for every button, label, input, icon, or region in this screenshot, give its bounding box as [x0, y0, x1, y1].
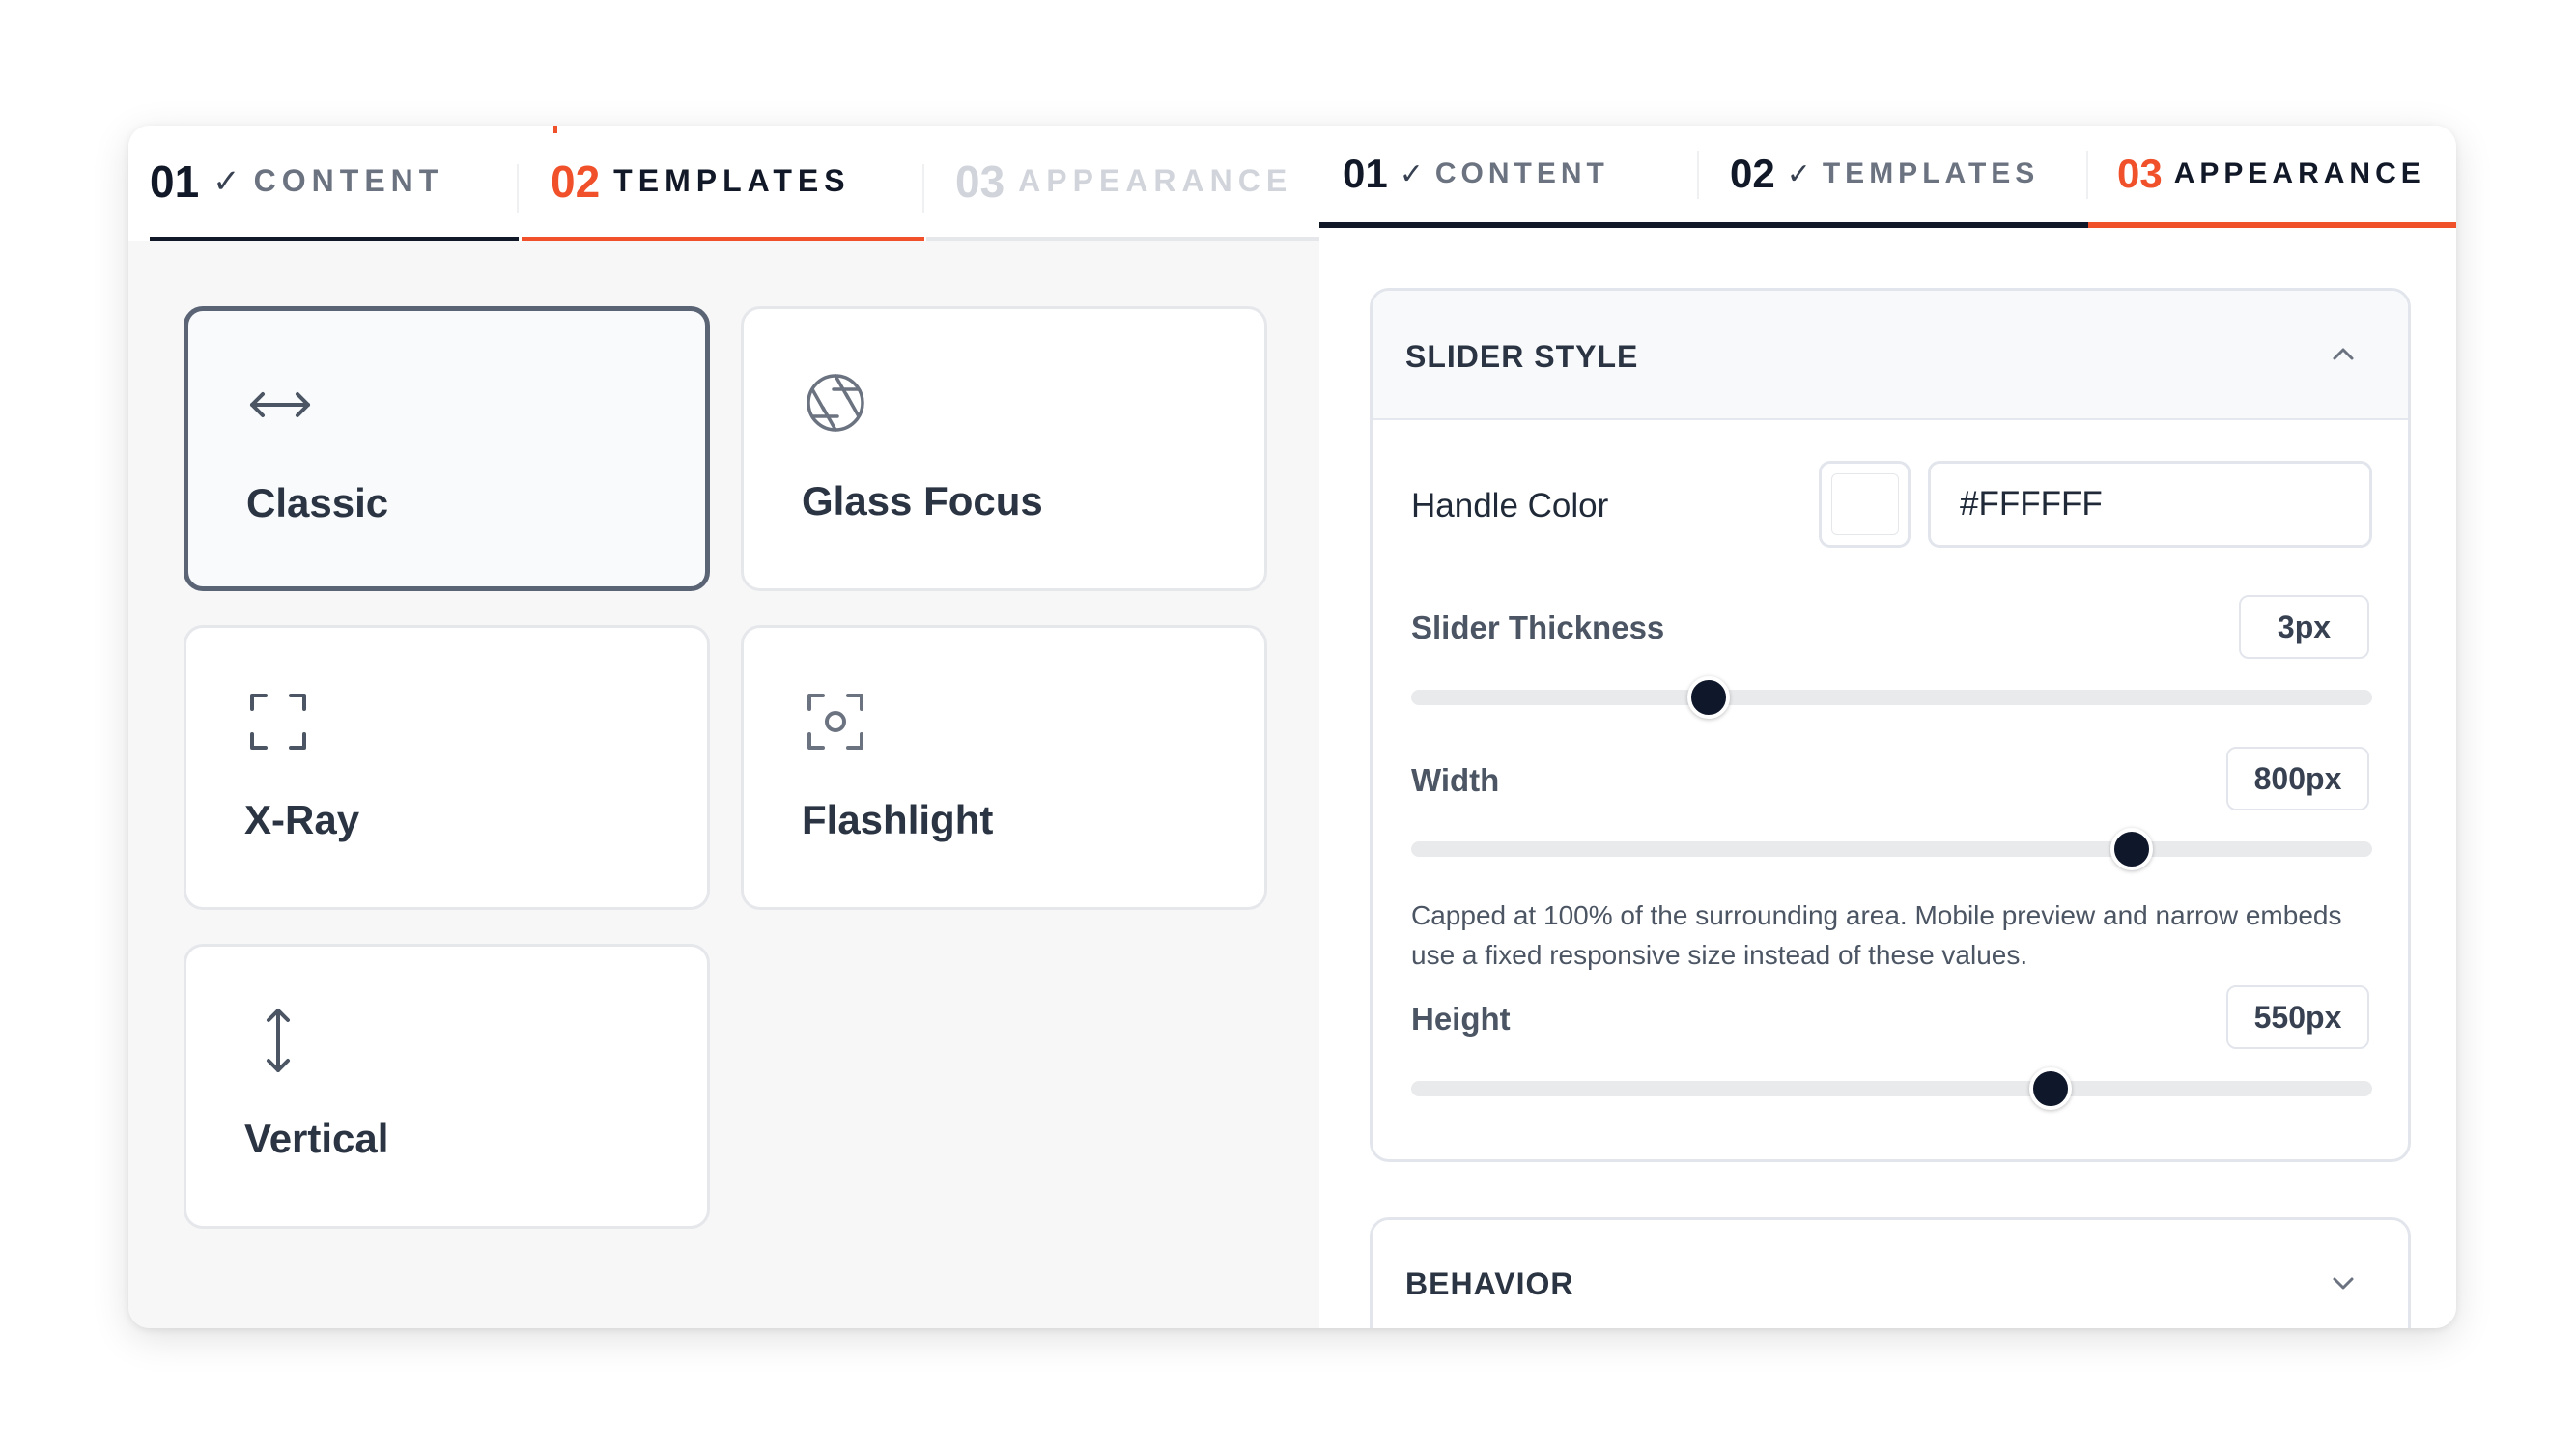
focus-circle-icon [807, 694, 863, 750]
step-number: 02 [1730, 151, 1775, 196]
section-title: SLIDER STYLE [1405, 339, 1639, 374]
step-label: TEMPLATES [1822, 157, 2040, 189]
step-number: 03 [955, 156, 1005, 207]
step-label: APPEARANCE [1018, 163, 1293, 198]
behavior-section: BEHAVIOR [1370, 1217, 2411, 1328]
width-help-text: Capped at 100% of the surrounding area. … [1411, 900, 2342, 970]
slider-style-section: SLIDER STYLE Handle Color #FFFFFF Slider… [1370, 288, 2411, 1162]
appearance-panel: 01 ✓ CONTENT 02 ✓ TEMPLATES 03 APPEARANC… [1319, 126, 2456, 1328]
width-value[interactable]: 800px [2226, 747, 2369, 810]
template-name: Vertical [244, 1116, 389, 1161]
step-label: APPEARANCE [2173, 157, 2425, 189]
template-card-x-ray[interactable]: X-Ray [184, 625, 710, 910]
template-card-classic[interactable]: Classic [184, 306, 710, 591]
step-number: 03 [2117, 151, 2163, 196]
chevron-down-icon[interactable] [2329, 1268, 2358, 1297]
thickness-slider-track[interactable] [1411, 676, 2372, 719]
hex-color-input[interactable]: #FFFFFF [1928, 461, 2372, 548]
template-name: X-Ray [244, 797, 360, 842]
tab-templates[interactable]: 02 ✓ TEMPLATES [1699, 126, 2088, 228]
horizontal-arrows-icon [250, 392, 310, 417]
tab-appearance[interactable]: 03 APPEARANCE [926, 126, 1319, 242]
tab-templates[interactable]: 02 TEMPLATES [522, 126, 924, 242]
scan-corners-icon [250, 694, 306, 750]
checkmark-icon: ✓ [1786, 157, 1811, 190]
section-header[interactable]: BEHAVIOR [1373, 1220, 2408, 1328]
aperture-icon [807, 374, 864, 432]
chevron-up-icon[interactable] [2329, 339, 2358, 368]
checkmark-icon: ✓ [212, 162, 241, 200]
height-slider-thumb[interactable] [2028, 1067, 2072, 1110]
handle-color-label: Handle Color [1411, 487, 1609, 525]
step-number: 01 [150, 156, 200, 207]
height-slider-track[interactable] [1411, 1067, 2372, 1110]
step-label: CONTENT [253, 163, 444, 198]
height-label: Height [1411, 1001, 1511, 1037]
step-number: 02 [551, 156, 601, 207]
section-title: BEHAVIOR [1405, 1266, 1574, 1301]
thickness-slider-thumb[interactable] [1687, 676, 1731, 719]
left-step-tabs: 01 ✓ CONTENT 02 TEMPLATES 03 APPEARANCE [128, 126, 1319, 242]
hex-value: #FFFFFF [1960, 485, 2103, 523]
step-label: CONTENT [1434, 157, 1609, 189]
template-card-glass-focus[interactable]: Glass Focus [741, 306, 1267, 591]
template-card-vertical[interactable]: Vertical [184, 944, 710, 1229]
tab-appearance[interactable]: 03 APPEARANCE [2088, 126, 2456, 228]
slider-thickness-label: Slider Thickness [1411, 610, 1665, 645]
height-value[interactable]: 550px [2226, 985, 2369, 1049]
width-slider-track[interactable] [1411, 828, 2372, 870]
template-name: Flashlight [802, 797, 994, 842]
width-slider-thumb[interactable] [2110, 828, 2154, 870]
width-label: Width [1411, 762, 1500, 798]
step-number: 01 [1343, 151, 1388, 196]
section-header[interactable]: SLIDER STYLE [1373, 291, 2408, 420]
swatch-fill [1830, 473, 1899, 535]
color-swatch[interactable] [1819, 461, 1911, 548]
right-step-tabs: 01 ✓ CONTENT 02 ✓ TEMPLATES 03 APPEARANC… [1319, 126, 2456, 228]
templates-panel: 01 ✓ CONTENT 02 TEMPLATES 03 APPEARANCE [128, 126, 1319, 1328]
vertical-arrows-icon [267, 1009, 290, 1072]
tab-content[interactable]: 01 ✓ CONTENT [1319, 126, 1699, 228]
step-label: TEMPLATES [613, 163, 851, 198]
template-name: Classic [246, 480, 389, 526]
editor-card: 01 ✓ CONTENT 02 TEMPLATES 03 APPEARANCE [128, 126, 2456, 1328]
template-card-flashlight[interactable]: Flashlight [741, 625, 1267, 910]
thickness-value[interactable]: 3px [2239, 595, 2369, 659]
tab-content[interactable]: 01 ✓ CONTENT [150, 126, 519, 242]
template-name: Glass Focus [802, 478, 1043, 524]
checkmark-icon: ✓ [1399, 157, 1424, 190]
